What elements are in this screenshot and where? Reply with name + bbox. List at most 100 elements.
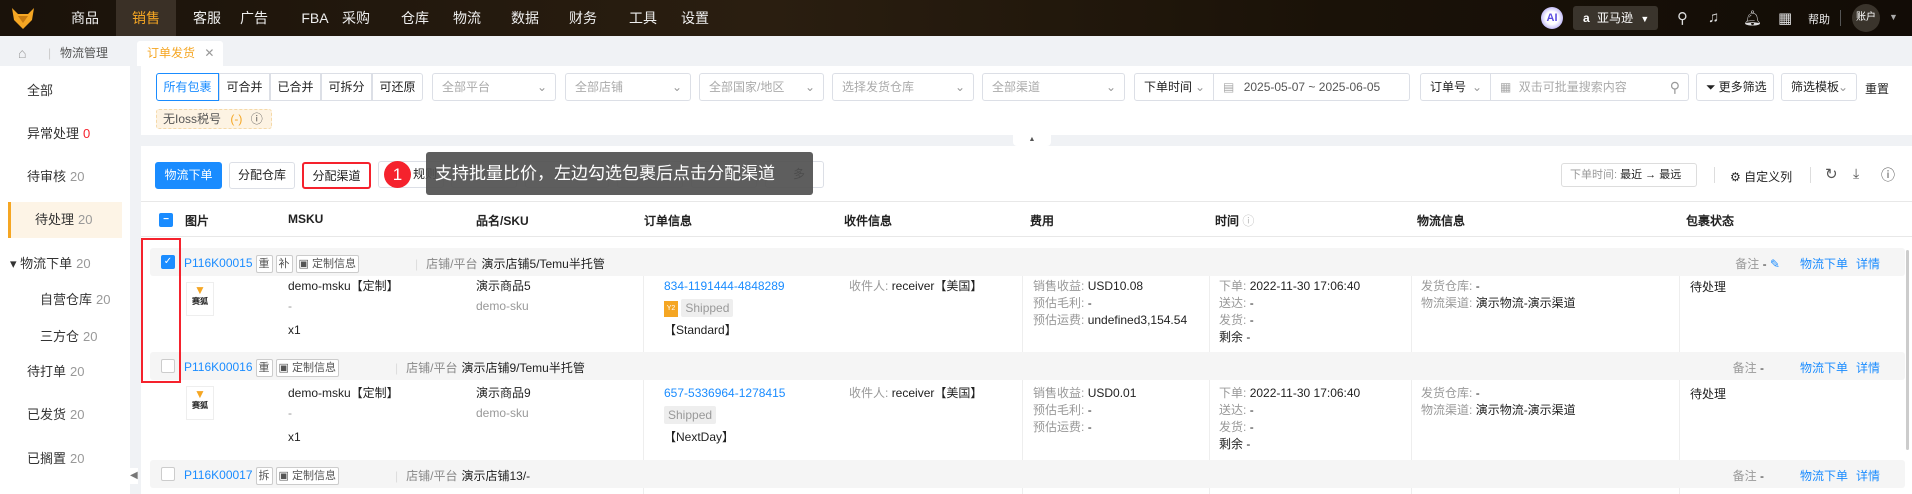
product-thumbnail[interactable]: ▼ 赛狐 bbox=[186, 282, 214, 316]
refresh-icon[interactable]: ↻ bbox=[1825, 165, 1838, 183]
sidebar-item-third-party-warehouse[interactable]: 三方仓 20 bbox=[0, 319, 122, 355]
download-icon[interactable]: ⤓ bbox=[1853, 165, 1859, 182]
search-icon[interactable]: ⚲ bbox=[1677, 9, 1688, 27]
weight-tag: 重 bbox=[255, 359, 273, 377]
time-cell: 下单: 2022-11-30 17:06:40 送达: - 发货: - 剩余 - bbox=[1219, 276, 1360, 346]
headset-icon[interactable]: ♫ bbox=[1708, 9, 1719, 26]
sidebar-item-on-hold[interactable]: 已搁置 20 bbox=[0, 441, 122, 477]
nav-item-sales[interactable]: 销售 bbox=[116, 0, 176, 36]
assign-warehouse-button[interactable]: 分配仓库 bbox=[229, 162, 295, 189]
sidebar-item-logistics-order[interactable]: ▾ 物流下单 20 bbox=[0, 246, 122, 282]
package-id-link[interactable]: P116K00016 重 ▣ 定制信息 bbox=[184, 359, 339, 377]
sku: demo-sku bbox=[476, 299, 529, 313]
more-filters-button[interactable]: ⏷ 更多筛选 bbox=[1696, 73, 1774, 101]
sidebar-item-count: 20 bbox=[70, 364, 85, 379]
sidebar-item-count: 20 bbox=[70, 407, 85, 422]
account-avatar[interactable]: 账户 bbox=[1852, 4, 1880, 32]
help-link[interactable]: 帮助 bbox=[1808, 11, 1830, 27]
apps-grid-icon[interactable]: ▦ bbox=[1778, 9, 1792, 27]
collapse-filter-icon[interactable]: ▲ bbox=[1013, 135, 1051, 146]
help-icon[interactable]: ⓘ bbox=[1881, 165, 1895, 185]
nav-item-products[interactable]: 商品 bbox=[55, 0, 115, 36]
sidebar-item-exception[interactable]: 异常处理 0 bbox=[0, 116, 122, 152]
warehouse-select[interactable]: 选择发货仓库 ⌄ bbox=[832, 73, 974, 101]
close-icon[interactable]: ✕ bbox=[204, 46, 214, 60]
logistics-order-link[interactable]: 物流下单 bbox=[1800, 257, 1848, 271]
nav-item-warehouse[interactable]: 仓库 bbox=[385, 0, 445, 36]
segment-restorable[interactable]: 可还原 bbox=[372, 73, 423, 101]
help-circle-icon[interactable]: ⓘ bbox=[1242, 214, 1254, 228]
package-id-link[interactable]: P116K00015 重补 ▣ 定制信息 bbox=[184, 255, 359, 273]
package-checkbox[interactable] bbox=[161, 467, 175, 481]
order-info-cell: 657-5336964-1278415 Shipped 【NextDay】 bbox=[664, 383, 785, 447]
nav-item-data[interactable]: 数据 bbox=[495, 0, 555, 36]
sidebar-item-shipped[interactable]: 已发货 20 bbox=[0, 397, 122, 433]
custom-info-tag[interactable]: ▣ 定制信息 bbox=[295, 255, 359, 273]
custom-info-tag[interactable]: ▣ 定制信息 bbox=[275, 359, 339, 377]
fees-cell: 销售收益: USD10.08 预估毛利: - 预估运费: undefined3,15… bbox=[1033, 276, 1187, 329]
order-number-link[interactable]: 657-5336964-1278415 bbox=[664, 383, 785, 403]
filter-icon: ⏷ bbox=[1706, 80, 1716, 94]
package-id-link[interactable]: P116K00017 拆 ▣ 定制信息 bbox=[184, 467, 339, 485]
shop-select[interactable]: 全部店铺 ⌄ bbox=[565, 73, 691, 101]
nav-item-ads[interactable]: 广告 bbox=[224, 0, 284, 36]
platform-label: 亚马逊 bbox=[1597, 11, 1634, 25]
segment-splittable[interactable]: 可拆分 bbox=[321, 73, 372, 101]
custom-info-tag[interactable]: ▣ 定制信息 bbox=[275, 467, 339, 485]
sort-selector[interactable]: 下单时间: 最近 → 最远 bbox=[1561, 163, 1697, 187]
order-number-link[interactable]: 834-1191444-4848289 bbox=[664, 276, 785, 296]
breadcrumb[interactable]: 物流管理 bbox=[60, 41, 108, 66]
platform-select[interactable]: 全部平台 ⌄ bbox=[432, 73, 556, 101]
segment-merged[interactable]: 已合并 bbox=[270, 73, 321, 101]
receiver-cell: 收件人: receiver【美国】 bbox=[849, 383, 982, 403]
details-link[interactable]: 详情 bbox=[1856, 469, 1880, 483]
custom-columns-button[interactable]: ⚙ 自定义列 bbox=[1730, 168, 1792, 185]
sidebar-item-own-warehouse[interactable]: 自营仓库 20 bbox=[0, 282, 122, 318]
segment-all-packages[interactable]: 所有包裹 bbox=[156, 73, 219, 101]
sidebar-item-pending[interactable]: 待处理 20 bbox=[8, 202, 122, 238]
logistics-order-link[interactable]: 物流下单 bbox=[1800, 469, 1848, 483]
vertical-scrollbar[interactable] bbox=[1906, 250, 1909, 450]
sidebar-item-to-print[interactable]: 待打单 20 bbox=[0, 354, 122, 390]
date-range-picker[interactable]: ▤ 2025-05-07 ~ 2025-06-05 bbox=[1213, 73, 1410, 101]
note-value: - bbox=[1762, 257, 1767, 271]
nav-item-settings[interactable]: 设置 bbox=[665, 0, 725, 36]
logistics-cell: 发货仓库: - 物流渠道: 演示物流-演示渠道 bbox=[1421, 276, 1576, 312]
sidebar-item-all[interactable]: 全部 bbox=[0, 73, 122, 109]
search-icon[interactable]: ⚲ bbox=[1670, 74, 1680, 100]
time-type-select[interactable]: 下单时间 ⌄ bbox=[1134, 73, 1214, 101]
logistics-order-button[interactable]: 物流下单 bbox=[155, 162, 222, 189]
nav-item-logistics[interactable]: 物流 bbox=[437, 0, 497, 36]
shipped-time: - bbox=[1249, 313, 1254, 327]
help-circle-icon[interactable]: ⓘ bbox=[251, 112, 263, 126]
collapse-sidebar-icon[interactable]: ◀ bbox=[130, 468, 138, 484]
ioss-tag[interactable]: 无Ioss税号 (-) ⓘ bbox=[156, 109, 272, 129]
platform-switcher[interactable]: a 亚马逊 ▼ bbox=[1573, 6, 1658, 30]
ai-assistant-icon[interactable]: AI bbox=[1541, 7, 1563, 29]
sidebar-item-review[interactable]: 待审核 20 bbox=[0, 159, 122, 195]
assign-channel-button[interactable]: 分配渠道 bbox=[302, 162, 371, 189]
select-all-checkbox[interactable]: − bbox=[159, 213, 173, 227]
search-type-select[interactable]: 订单号 ⌄ bbox=[1420, 73, 1491, 101]
bell-icon[interactable]: 🔔︎ bbox=[1743, 9, 1762, 27]
nav-item-tools[interactable]: 工具 bbox=[613, 0, 673, 36]
home-icon[interactable]: ⌂ bbox=[18, 41, 26, 66]
logistics-order-link[interactable]: 物流下单 bbox=[1800, 361, 1848, 375]
nav-item-finance[interactable]: 财务 bbox=[553, 0, 613, 36]
sidebar-item-count: 20 bbox=[76, 256, 91, 271]
channel-select[interactable]: 全部渠道 ⌄ bbox=[982, 73, 1125, 101]
caret-down-icon[interactable]: ▼ bbox=[1889, 12, 1898, 22]
tab-order-shipping[interactable]: 订单发货 ✕ bbox=[137, 41, 223, 66]
edit-icon[interactable]: ✎ bbox=[1770, 257, 1780, 271]
nav-item-purchase[interactable]: 采购 bbox=[326, 0, 386, 36]
product-thumbnail[interactable]: ▼ 赛狐 bbox=[186, 386, 214, 420]
sidebar-item-label: 异常处理 bbox=[27, 126, 80, 141]
details-link[interactable]: 详情 bbox=[1856, 257, 1880, 271]
segment-mergeable[interactable]: 可合并 bbox=[219, 73, 270, 101]
search-input[interactable]: ▦ 双击可批量搜索内容 ⚲ bbox=[1490, 73, 1689, 101]
filter-template-select[interactable]: 筛选模板 ⌄ bbox=[1781, 73, 1857, 101]
country-select[interactable]: 全部国家/地区 ⌄ bbox=[699, 73, 824, 101]
reset-button[interactable]: 重置 bbox=[1865, 80, 1889, 97]
fox-logo-icon[interactable] bbox=[10, 6, 36, 30]
details-link[interactable]: 详情 bbox=[1856, 361, 1880, 375]
